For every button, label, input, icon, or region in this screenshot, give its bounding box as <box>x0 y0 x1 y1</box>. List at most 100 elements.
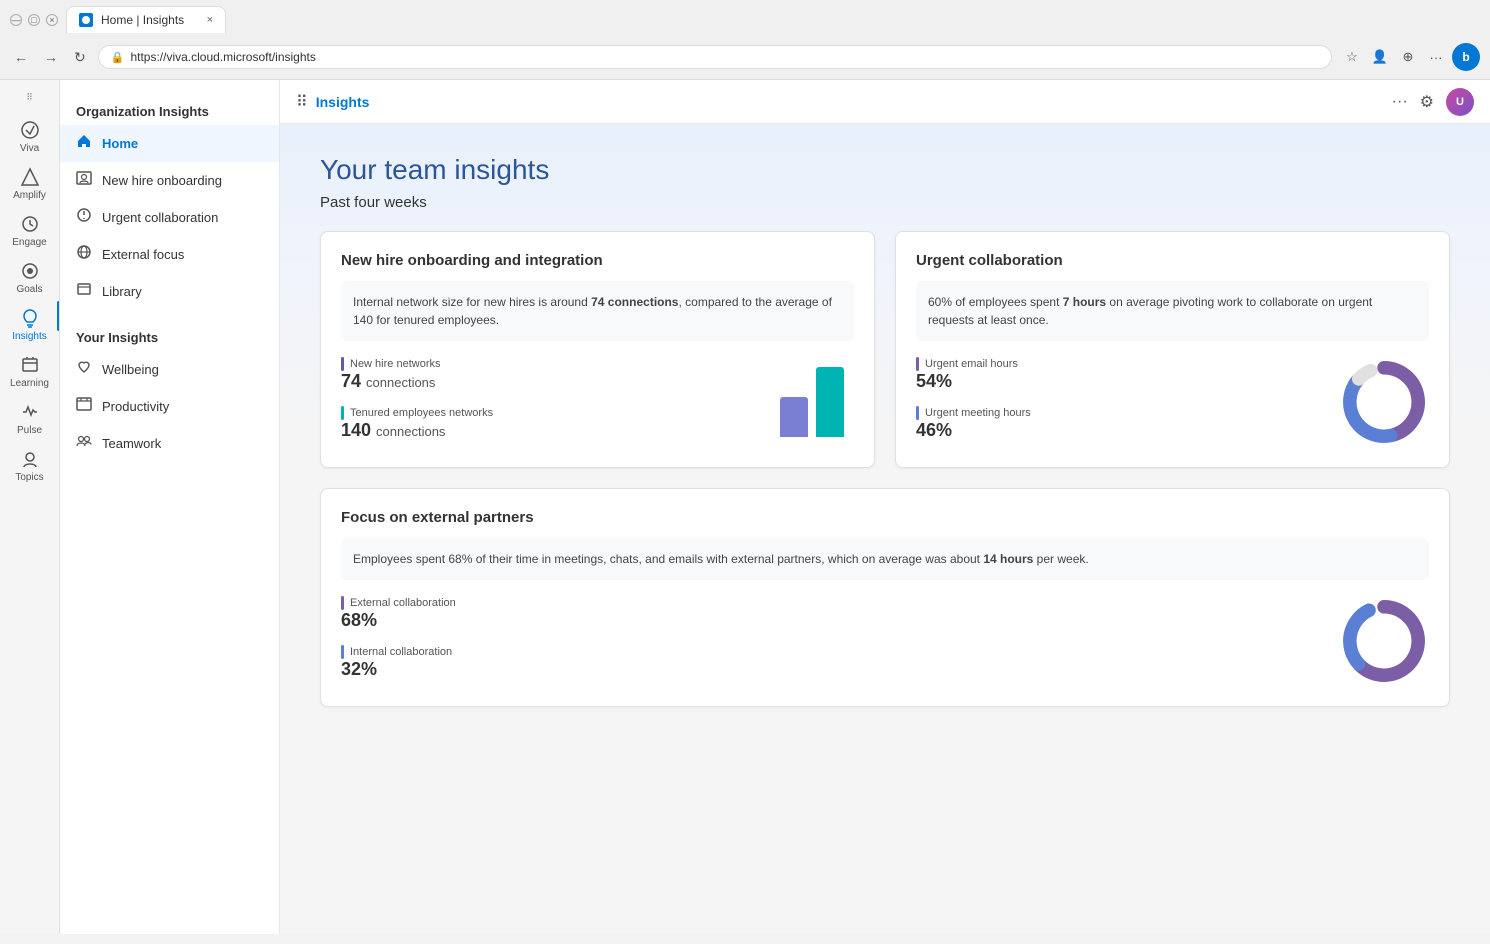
stat-color-bar <box>341 357 344 371</box>
tab-title: Home | Insights <box>101 13 184 27</box>
stat-label-0: External collaboration <box>341 596 1309 610</box>
stat-value-1: 46% <box>916 420 1309 441</box>
sidebar: Organization Insights HomeNew hire onboa… <box>60 80 280 934</box>
card-urgent-collab: Urgent collaboration60% of employees spe… <box>895 231 1450 468</box>
insights-label: Insights <box>12 331 46 342</box>
profile-icon[interactable]: 👤 <box>1368 45 1392 69</box>
sidebar-wellbeing-icon <box>76 359 92 380</box>
viva-label: Viva <box>20 143 39 154</box>
menu-icon[interactable]: ··· <box>1424 45 1448 69</box>
sidebar-item-external[interactable]: External focus <box>60 236 279 273</box>
goals-icon <box>19 260 41 282</box>
close-window-button[interactable]: × <box>46 14 58 26</box>
icon-nav-item-insights[interactable]: Insights <box>6 301 54 348</box>
stat-value-1: 32% <box>341 659 1309 680</box>
forward-button[interactable]: → <box>40 47 62 67</box>
learning-icon <box>19 354 41 376</box>
stat-item-0: Urgent email hours54% <box>916 357 1309 392</box>
top-bar: ⠿ Insights ··· ⚙ U <box>280 80 1490 124</box>
org-section-title: Organization Insights <box>60 96 279 125</box>
sidebar-item-library[interactable]: Library <box>60 273 279 310</box>
icon-nav-item-amplify[interactable]: Amplify <box>6 160 54 207</box>
addressbar-icons: ☆ 👤 ⊕ ··· b <box>1340 43 1480 71</box>
stat-label-1: Urgent meeting hours <box>916 406 1309 420</box>
card-title-urgent-collab: Urgent collaboration <box>916 252 1429 269</box>
sidebar-item-wellbeing[interactable]: Wellbeing <box>60 351 279 388</box>
card-stats-external-partners: External collaboration68% Internal colla… <box>341 596 1429 686</box>
sidebar-item-productivity[interactable]: Productivity <box>60 388 279 425</box>
sidebar-item-teamwork[interactable]: Teamwork <box>60 425 279 462</box>
chart-new-hire <box>770 357 854 437</box>
stat-color-bar <box>341 645 344 659</box>
bar <box>816 367 844 437</box>
browser-chrome: — □ × Home | Insights × ← → ↻ 🔒 https://… <box>0 0 1490 80</box>
pulse-label: Pulse <box>17 425 42 436</box>
refresh-button[interactable]: ↻ <box>70 47 90 68</box>
stats-list-new-hire: New hire networks74 connections Tenured … <box>341 357 740 441</box>
card-title-external-partners: Focus on external partners <box>341 509 1429 526</box>
tab-close-button[interactable]: × <box>207 14 213 26</box>
stat-value-0: 74 connections <box>341 371 740 392</box>
sidebar-teamwork-icon <box>76 433 92 454</box>
sidebar-item-new-hire[interactable]: New hire onboarding <box>60 162 279 199</box>
stat-item-1: Urgent meeting hours46% <box>916 406 1309 441</box>
insights-icon <box>19 307 41 329</box>
stats-list-urgent-collab: Urgent email hours54% Urgent meeting hou… <box>916 357 1309 441</box>
address-bar[interactable]: 🔒 https://viva.cloud.microsoft/insights <box>98 45 1332 69</box>
minimize-button[interactable]: — <box>10 14 22 26</box>
sidebar-teamwork-label: Teamwork <box>102 436 161 451</box>
extensions-icon[interactable]: ⊕ <box>1396 45 1420 69</box>
app-title: Insights <box>316 94 370 110</box>
bar <box>780 397 808 437</box>
maximize-button[interactable]: □ <box>28 14 40 26</box>
chart-urgent-collab <box>1339 357 1429 447</box>
period-label: Past four weeks <box>320 194 1450 211</box>
goals-label: Goals <box>16 284 42 295</box>
sidebar-new-hire-icon <box>76 170 92 191</box>
grid-icon[interactable]: ⠿ <box>296 92 308 112</box>
icon-nav-item-topics[interactable]: Topics <box>6 442 54 489</box>
stat-unit-0: connections <box>366 375 435 390</box>
icon-nav-item-learning[interactable]: Learning <box>6 348 54 395</box>
stats-list-external-partners: External collaboration68% Internal colla… <box>341 596 1309 680</box>
user-avatar[interactable]: U <box>1446 88 1474 116</box>
sidebar-item-urgent[interactable]: Urgent collaboration <box>60 199 279 236</box>
star-icon[interactable]: ☆ <box>1340 45 1364 69</box>
stat-label-0: New hire networks <box>341 357 740 371</box>
settings-button[interactable]: ⚙ <box>1420 92 1434 112</box>
main-content: Your team insights Past four weeks New h… <box>280 124 1490 934</box>
stat-value-0: 54% <box>916 371 1309 392</box>
bing-button[interactable]: b <box>1452 43 1480 71</box>
sidebar-urgent-icon <box>76 207 92 228</box>
sidebar-productivity-icon <box>76 396 92 417</box>
icon-nav-item-engage[interactable]: Engage <box>6 207 54 254</box>
icon-nav-item-goals[interactable]: Goals <box>6 254 54 301</box>
layout-row: Organization Insights HomeNew hire onboa… <box>60 80 1490 934</box>
browser-tab[interactable]: Home | Insights × <box>66 6 226 33</box>
grid-dots-button[interactable]: ⠿ <box>26 88 33 111</box>
icon-nav-item-pulse[interactable]: Pulse <box>6 395 54 442</box>
content-wrapper: Your team insights Past four weeks New h… <box>280 124 1490 737</box>
more-options-button[interactable]: ··· <box>1392 93 1408 111</box>
card-new-hire: New hire onboarding and integrationInter… <box>320 231 875 468</box>
cards-grid: New hire onboarding and integrationInter… <box>320 231 1450 707</box>
sidebar-item-home[interactable]: Home <box>60 125 279 162</box>
stat-item-1: Internal collaboration32% <box>341 645 1309 680</box>
browser-controls: — □ × <box>10 14 58 26</box>
stat-value-0: 68% <box>341 610 1309 631</box>
back-button[interactable]: ← <box>10 47 32 67</box>
right-panel: ⠿ Insights ··· ⚙ U Your team insights Pa… <box>280 80 1490 934</box>
icon-nav-item-viva[interactable]: Viva <box>6 113 54 160</box>
stat-value-1: 140 connections <box>341 420 740 441</box>
sidebar-external-icon <box>76 244 92 265</box>
amplify-label: Amplify <box>13 190 46 201</box>
sidebar-external-label: External focus <box>102 247 184 262</box>
url-text: https://viva.cloud.microsoft/insights <box>130 50 315 64</box>
card-external-partners: Focus on external partnersEmployees spen… <box>320 488 1450 707</box>
topics-icon <box>19 448 41 470</box>
sidebar-library-icon <box>76 281 92 302</box>
icon-nav: ⠿ Viva Amplify Engage Goals Insights Learning… <box>0 80 60 934</box>
stat-item-1: Tenured employees networks140 connection… <box>341 406 740 441</box>
stat-item-0: New hire networks74 connections <box>341 357 740 392</box>
sidebar-productivity-label: Productivity <box>102 399 169 414</box>
